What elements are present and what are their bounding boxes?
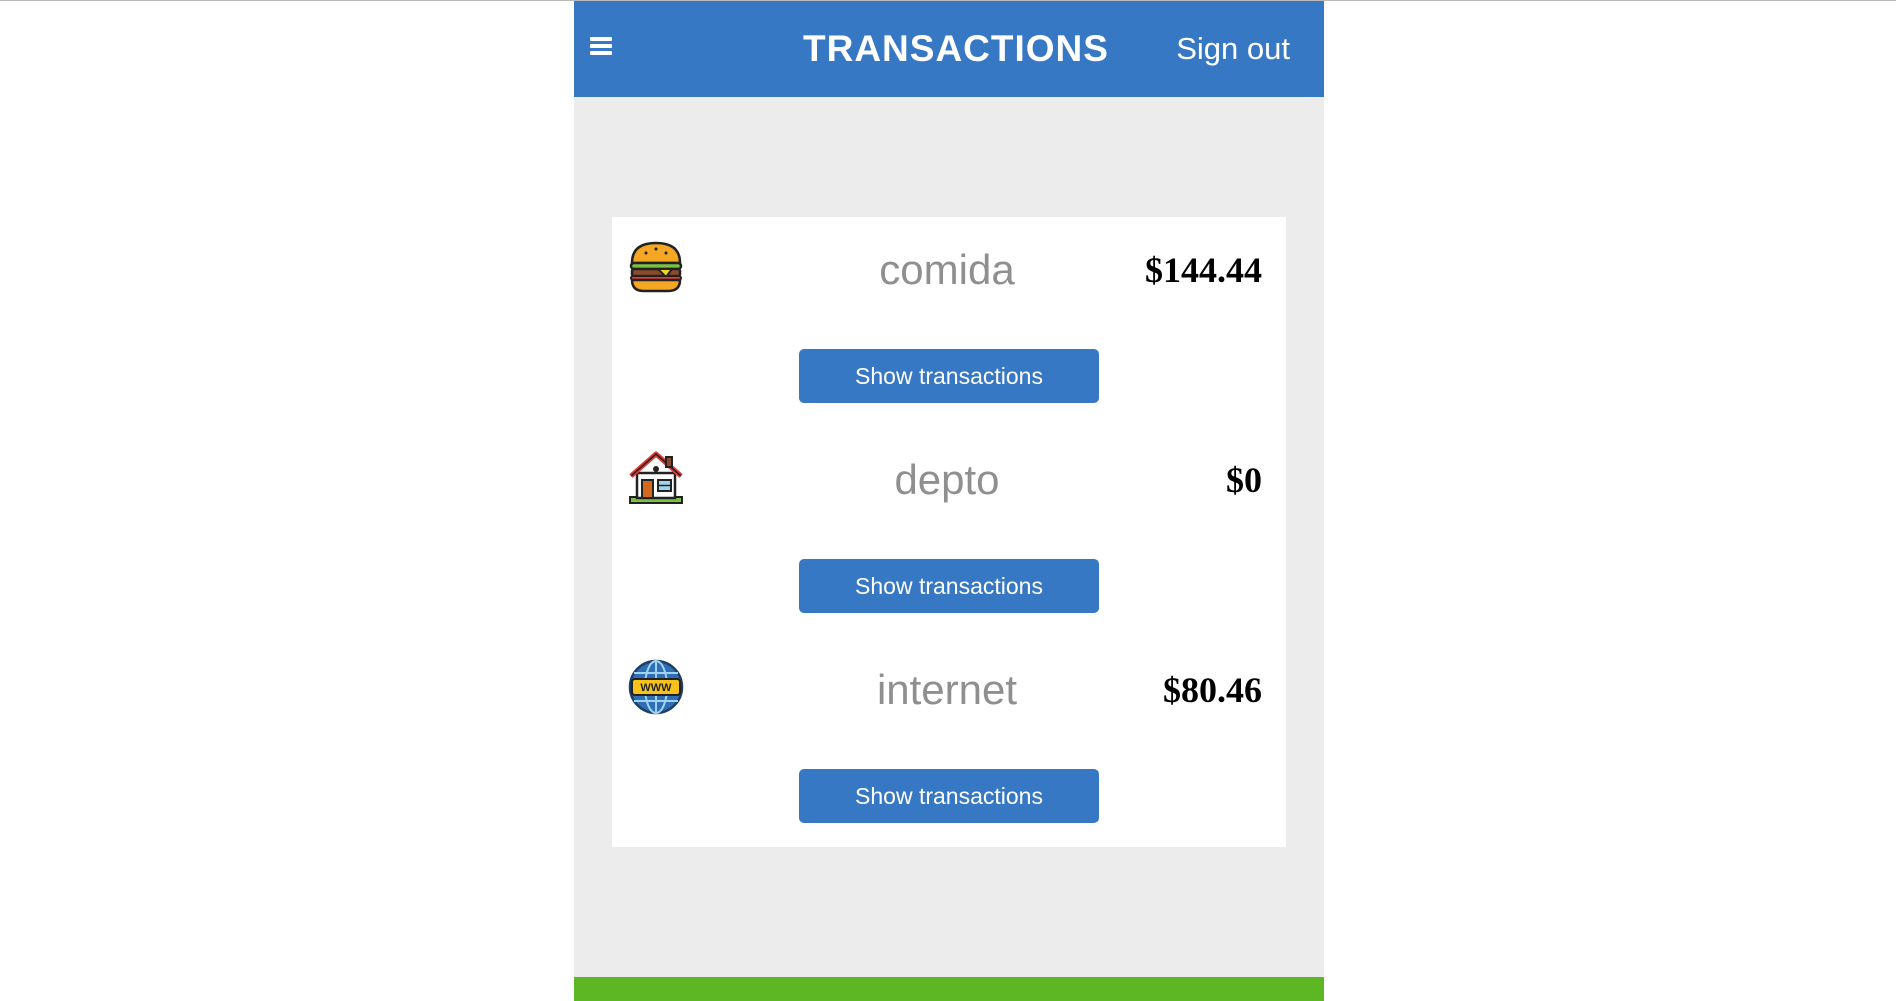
footer-bar	[574, 977, 1324, 1001]
sign-out-link[interactable]: Sign out	[1176, 1, 1290, 97]
show-transactions-button[interactable]: Show transactions	[799, 769, 1099, 823]
house-icon	[628, 449, 684, 505]
show-transactions-button[interactable]: Show transactions	[799, 559, 1099, 613]
hamburger-menu-icon[interactable]	[590, 37, 612, 61]
header-bar: TRANSACTIONS Sign out	[574, 1, 1324, 97]
category-row-internet: WWW internet $80.46 Show transactions	[612, 637, 1286, 847]
categories-card: comida $144.44 Show transactions depto $…	[612, 217, 1286, 847]
show-transactions-button[interactable]: Show transactions	[799, 349, 1099, 403]
category-row-depto: depto $0 Show transactions	[612, 427, 1286, 637]
category-amount: $0	[1226, 460, 1262, 500]
category-name: comida	[879, 246, 1015, 293]
category-row-comida: comida $144.44 Show transactions	[612, 217, 1286, 427]
app-container: TRANSACTIONS Sign out comida $144.44 Sho…	[574, 1, 1324, 1001]
globe-www-icon: WWW	[628, 659, 684, 715]
hamburger-food-icon	[628, 239, 684, 295]
page-title: TRANSACTIONS	[803, 28, 1109, 69]
svg-text:WWW: WWW	[640, 682, 672, 694]
category-amount: $80.46	[1163, 670, 1262, 710]
category-name: depto	[894, 456, 1000, 503]
category-name: internet	[876, 666, 1018, 713]
category-amount: $144.44	[1145, 250, 1262, 290]
